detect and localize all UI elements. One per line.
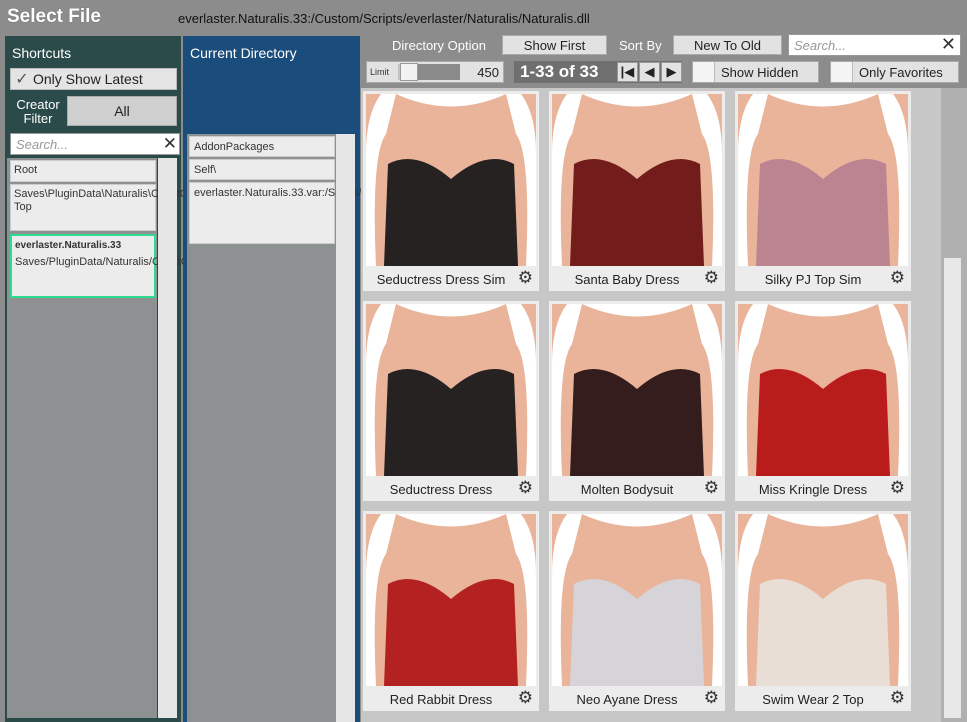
limit-slider[interactable]: Limit 450 bbox=[366, 61, 504, 83]
next-page-icon[interactable]: ▶ bbox=[661, 62, 682, 82]
shortcuts-search-placeholder: Search... bbox=[16, 137, 69, 152]
file-grid-scroll-thumb[interactable] bbox=[944, 258, 961, 718]
file-name: Miss Kringle Dress bbox=[758, 482, 868, 497]
limit-label: Limit bbox=[370, 67, 390, 77]
file-name: Swim Wear 2 Top bbox=[762, 692, 864, 707]
file-thumbnail[interactable] bbox=[366, 94, 536, 266]
file-search-placeholder: Search... bbox=[794, 38, 847, 53]
file-thumbnail[interactable] bbox=[552, 94, 722, 266]
sort-by-label: Sort By bbox=[619, 38, 662, 53]
shortcuts-panel: Shortcuts ✓ Only Show Latest Creator Fil… bbox=[5, 36, 351, 722]
limit-thumb[interactable] bbox=[400, 63, 418, 81]
file-card[interactable]: Miss Kringle Dress ⚙ bbox=[735, 301, 911, 501]
directory-list: AddonPackages Self\ everlaster.Naturalis… bbox=[187, 134, 631, 722]
clear-file-search-icon[interactable]: ✕ bbox=[941, 34, 956, 55]
file-name: Seductress Dress Sim bbox=[376, 272, 506, 287]
file-thumbnail[interactable] bbox=[366, 514, 536, 686]
creator-filter-label: Creator Filter bbox=[16, 97, 60, 126]
dir-meshedvr[interactable]: everlaster.Naturalis.33.var:/Saves/Plugi… bbox=[189, 182, 631, 244]
file-grid: Seductress Dress Sim ⚙ Santa Baby Dress ⚙ Si… bbox=[361, 88, 941, 722]
limit-value: 450 bbox=[477, 65, 499, 80]
only-show-latest-toggle[interactable]: ✓ Only Show Latest bbox=[10, 68, 177, 90]
file-name: Seductress Dress bbox=[389, 482, 493, 497]
shortcuts-scrollbar[interactable] bbox=[158, 158, 177, 718]
file-card[interactable]: Neo Ayane Dress ⚙ bbox=[549, 511, 725, 711]
show-hidden-toggle[interactable]: Show Hidden bbox=[692, 61, 819, 83]
directory-option-label: Directory Option bbox=[392, 38, 486, 53]
file-thumbnail[interactable] bbox=[738, 304, 908, 476]
file-name: Silky PJ Top Sim bbox=[764, 272, 862, 287]
gear-icon[interactable]: ⚙ bbox=[704, 688, 719, 708]
dialog-title: Select File bbox=[7, 6, 101, 27]
file-name: Santa Baby Dress bbox=[574, 272, 680, 287]
gear-icon[interactable]: ⚙ bbox=[704, 478, 719, 498]
only-favorites-checkbox[interactable] bbox=[831, 62, 853, 82]
show-hidden-label: Show Hidden bbox=[721, 64, 799, 80]
gear-icon[interactable]: ⚙ bbox=[518, 268, 533, 288]
file-path: everlaster.Naturalis.33:/Custom/Scripts/… bbox=[178, 11, 590, 26]
gear-icon[interactable]: ⚙ bbox=[518, 478, 533, 498]
file-card[interactable]: Seductress Dress Sim ⚙ bbox=[363, 91, 539, 291]
file-card[interactable]: Santa Baby Dress ⚙ bbox=[549, 91, 725, 291]
file-card[interactable]: Seductress Dress ⚙ bbox=[363, 301, 539, 501]
creator-filter-select[interactable]: All bbox=[67, 96, 177, 126]
gear-icon[interactable]: ⚙ bbox=[890, 268, 905, 288]
file-thumbnail[interactable] bbox=[366, 304, 536, 476]
shortcuts-list: Root Saves\PluginData\Naturalis\ChestClo… bbox=[7, 158, 351, 718]
file-name: Neo Ayane Dress bbox=[576, 692, 678, 707]
only-show-latest-label: Only Show Latest bbox=[33, 71, 143, 87]
gear-icon[interactable]: ⚙ bbox=[518, 688, 533, 708]
gear-icon[interactable]: ⚙ bbox=[704, 268, 719, 288]
shortcut-package-name: everlaster.Naturalis.33 bbox=[15, 240, 122, 251]
shortcut-root[interactable]: Root bbox=[10, 160, 156, 182]
check-icon: ✓ bbox=[15, 71, 29, 88]
shortcuts-title: Shortcuts bbox=[12, 45, 72, 61]
file-name: Molten Bodysuit bbox=[580, 482, 674, 497]
pager: 1-33 of 33 |◀ ◀ ▶ bbox=[514, 61, 682, 83]
show-hidden-checkbox[interactable] bbox=[693, 62, 715, 82]
file-grid-scrollbar[interactable] bbox=[941, 88, 967, 722]
only-favorites-label: Only Favorites bbox=[859, 64, 943, 80]
file-card[interactable]: Swim Wear 2 Top ⚙ bbox=[735, 511, 911, 711]
shortcuts-search-input[interactable]: Search... ✕ bbox=[10, 133, 180, 155]
current-directory-panel: Current Directory AddonPackages Self\ ev… bbox=[183, 36, 631, 722]
dir-addon-packages[interactable]: AddonPackages bbox=[189, 136, 335, 157]
file-thumbnail[interactable] bbox=[552, 514, 722, 686]
only-favorites-toggle[interactable]: Only Favorites bbox=[830, 61, 959, 83]
file-thumbnail[interactable] bbox=[738, 94, 908, 266]
shortcut-meshedvr[interactable]: everlaster.Naturalis.33 Saves/PluginData… bbox=[10, 234, 315, 298]
file-card[interactable]: Red Rabbit Dress ⚙ bbox=[363, 511, 539, 711]
file-card[interactable]: Silky PJ Top Sim ⚙ bbox=[735, 91, 911, 291]
prev-page-icon[interactable]: ◀ bbox=[639, 62, 660, 82]
file-name: Red Rabbit Dress bbox=[389, 692, 493, 707]
gear-icon[interactable]: ⚙ bbox=[890, 688, 905, 708]
file-card[interactable]: Molten Bodysuit ⚙ bbox=[549, 301, 725, 501]
directory-scrollbar[interactable] bbox=[336, 134, 355, 722]
current-directory-title: Current Directory bbox=[190, 45, 297, 61]
sort-select[interactable]: New To Old bbox=[673, 35, 782, 55]
shortcut-simple-top[interactable]: Saves\PluginData\Naturalis\ChestClothing… bbox=[10, 184, 351, 231]
show-first-select[interactable]: Show First bbox=[502, 35, 607, 55]
gear-icon[interactable]: ⚙ bbox=[890, 478, 905, 498]
clear-search-icon[interactable]: ✕ bbox=[163, 134, 177, 154]
file-thumbnail[interactable] bbox=[552, 304, 722, 476]
file-thumbnail[interactable] bbox=[738, 514, 908, 686]
page-count: 1-33 of 33 bbox=[520, 62, 599, 81]
file-search-input[interactable]: Search... ✕ bbox=[788, 34, 961, 56]
dir-self[interactable]: Self\ bbox=[189, 159, 335, 180]
first-page-icon[interactable]: |◀ bbox=[617, 62, 638, 82]
